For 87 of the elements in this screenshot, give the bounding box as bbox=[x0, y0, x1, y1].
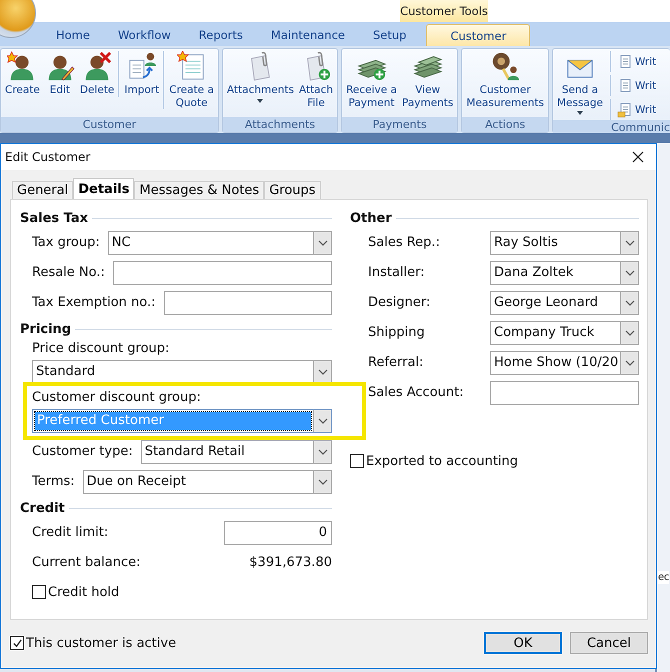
dropdown-value: Preferred Customer bbox=[35, 412, 311, 430]
dropdown[interactable]: Company Truck bbox=[490, 320, 639, 344]
dropdown-value: Home Show (10/20 bbox=[493, 354, 620, 372]
section-heading: Sales Tax bbox=[20, 210, 88, 226]
field-label: Installer: bbox=[368, 265, 426, 280]
ribbon-tab[interactable]: Setup bbox=[358, 24, 420, 46]
dialog-button[interactable]: Cancel bbox=[570, 632, 648, 654]
input-field[interactable]: 0 bbox=[224, 520, 332, 544]
field-label: Terms: bbox=[32, 474, 75, 489]
field-label: Sales Rep.: bbox=[368, 235, 441, 250]
checkbox-label: Exported to accounting bbox=[366, 454, 518, 468]
dropdown[interactable]: Dana Zoltek bbox=[490, 260, 639, 284]
checkbox[interactable] bbox=[10, 636, 24, 650]
checkbox-label: Credit hold bbox=[48, 584, 120, 600]
dropdown[interactable]: Due on Receipt bbox=[82, 470, 332, 494]
group-label: Payments bbox=[342, 117, 458, 132]
ribbon-tab[interactable]: Maintenance bbox=[256, 24, 359, 46]
field-label: Customer discount group: bbox=[32, 390, 202, 405]
tab[interactable]: Messages & Notes bbox=[134, 181, 264, 199]
close-icon[interactable] bbox=[630, 149, 646, 165]
ribbon-button[interactable]: Create bbox=[4, 51, 41, 96]
dropdown-value: NC bbox=[110, 234, 132, 252]
field-label: Resale No.: bbox=[32, 265, 105, 280]
dropdown[interactable]: Home Show (10/20 bbox=[490, 350, 639, 374]
field-label: Referral: bbox=[368, 355, 424, 370]
field-label: Tax group: bbox=[32, 235, 100, 250]
field-label: Current balance: bbox=[32, 555, 141, 570]
section-heading: Other bbox=[350, 210, 392, 226]
group-label: Attachments bbox=[222, 117, 338, 132]
checkbox[interactable] bbox=[32, 585, 46, 599]
ribbon-tab[interactable]: Reports bbox=[184, 24, 257, 46]
dropdown-value: George Leonard bbox=[493, 294, 600, 312]
ribbon-button[interactable]: Attachments bbox=[226, 51, 295, 102]
checkbox[interactable] bbox=[350, 454, 364, 468]
ribbon-button[interactable]: Send a Message bbox=[556, 51, 604, 115]
ribbon-button[interactable]: Edit bbox=[44, 51, 76, 96]
dropdown[interactable]: Ray Soltis bbox=[490, 230, 639, 254]
dropdown-value: Company Truck bbox=[493, 324, 596, 342]
dropdown-value: Ray Soltis bbox=[493, 234, 559, 252]
ribbon-button[interactable]: Writ bbox=[610, 75, 656, 96]
field-label: Customer type: bbox=[32, 444, 133, 459]
tape-measure-icon bbox=[490, 51, 520, 81]
ribbon-button[interactable]: Attach File bbox=[298, 51, 334, 109]
input-field[interactable] bbox=[490, 380, 639, 404]
ribbon-button[interactable]: Receive a Payment bbox=[345, 51, 398, 109]
section-heading: Credit bbox=[20, 500, 65, 516]
group-label: Actions bbox=[462, 117, 548, 132]
tab[interactable]: Details bbox=[73, 178, 134, 199]
input-field[interactable] bbox=[164, 290, 332, 314]
section-heading: Pricing bbox=[20, 322, 72, 336]
ribbon-button[interactable]: View Payments bbox=[400, 51, 454, 109]
ribbon-tab[interactable]: Home bbox=[42, 24, 104, 46]
balance-value: $391,673.80 bbox=[249, 555, 332, 570]
dropdown-value: Due on Receipt bbox=[86, 472, 187, 490]
group-label: Communic bbox=[552, 120, 670, 133]
context-tab-label: Customer Tools bbox=[400, 0, 488, 22]
ribbon-button[interactable]: Create a Quote bbox=[163, 51, 215, 109]
field-label: Price discount group: bbox=[32, 341, 170, 356]
field-label: Credit limit: bbox=[32, 525, 108, 540]
dropdown[interactable]: Standard bbox=[32, 360, 332, 384]
tab[interactable]: Groups bbox=[264, 181, 321, 199]
ribbon-button[interactable]: Import bbox=[118, 51, 160, 96]
caret-icon bbox=[576, 111, 583, 115]
ribbon-button[interactable]: Delete bbox=[78, 51, 116, 96]
field-label: Shipping bbox=[368, 325, 426, 340]
document-arrow-icon bbox=[126, 51, 157, 81]
dropdown[interactable]: George Leonard bbox=[490, 290, 639, 314]
dropdown-value: Standard bbox=[35, 363, 96, 381]
window-title: Edit Customer bbox=[5, 150, 90, 164]
group-label: Customer bbox=[1, 117, 218, 132]
tab[interactable]: General bbox=[12, 181, 74, 199]
ribbon-tab[interactable]: Workflow bbox=[104, 24, 185, 46]
checkbox-label: This customer is active bbox=[26, 636, 176, 650]
field-label: Tax Exemption no.: bbox=[32, 295, 156, 310]
input-field[interactable] bbox=[112, 260, 332, 284]
caret-icon bbox=[257, 98, 264, 102]
ribbon-button[interactable]: Customer Measurements bbox=[465, 51, 545, 109]
dropdown-value: Standard Retail bbox=[144, 442, 246, 460]
field-label: Designer: bbox=[368, 295, 432, 310]
dropdown[interactable]: NC bbox=[108, 230, 332, 254]
field-label: Sales Account: bbox=[368, 385, 465, 400]
dialog-button[interactable]: OK bbox=[484, 632, 562, 654]
dropdown-value: Dana Zoltek bbox=[493, 264, 574, 282]
ribbon-button[interactable]: Writ bbox=[610, 51, 656, 72]
document-folder-icon bbox=[617, 102, 633, 118]
ribbon-tab[interactable]: Customer bbox=[426, 24, 530, 46]
dropdown[interactable]: Standard Retail bbox=[140, 440, 332, 464]
